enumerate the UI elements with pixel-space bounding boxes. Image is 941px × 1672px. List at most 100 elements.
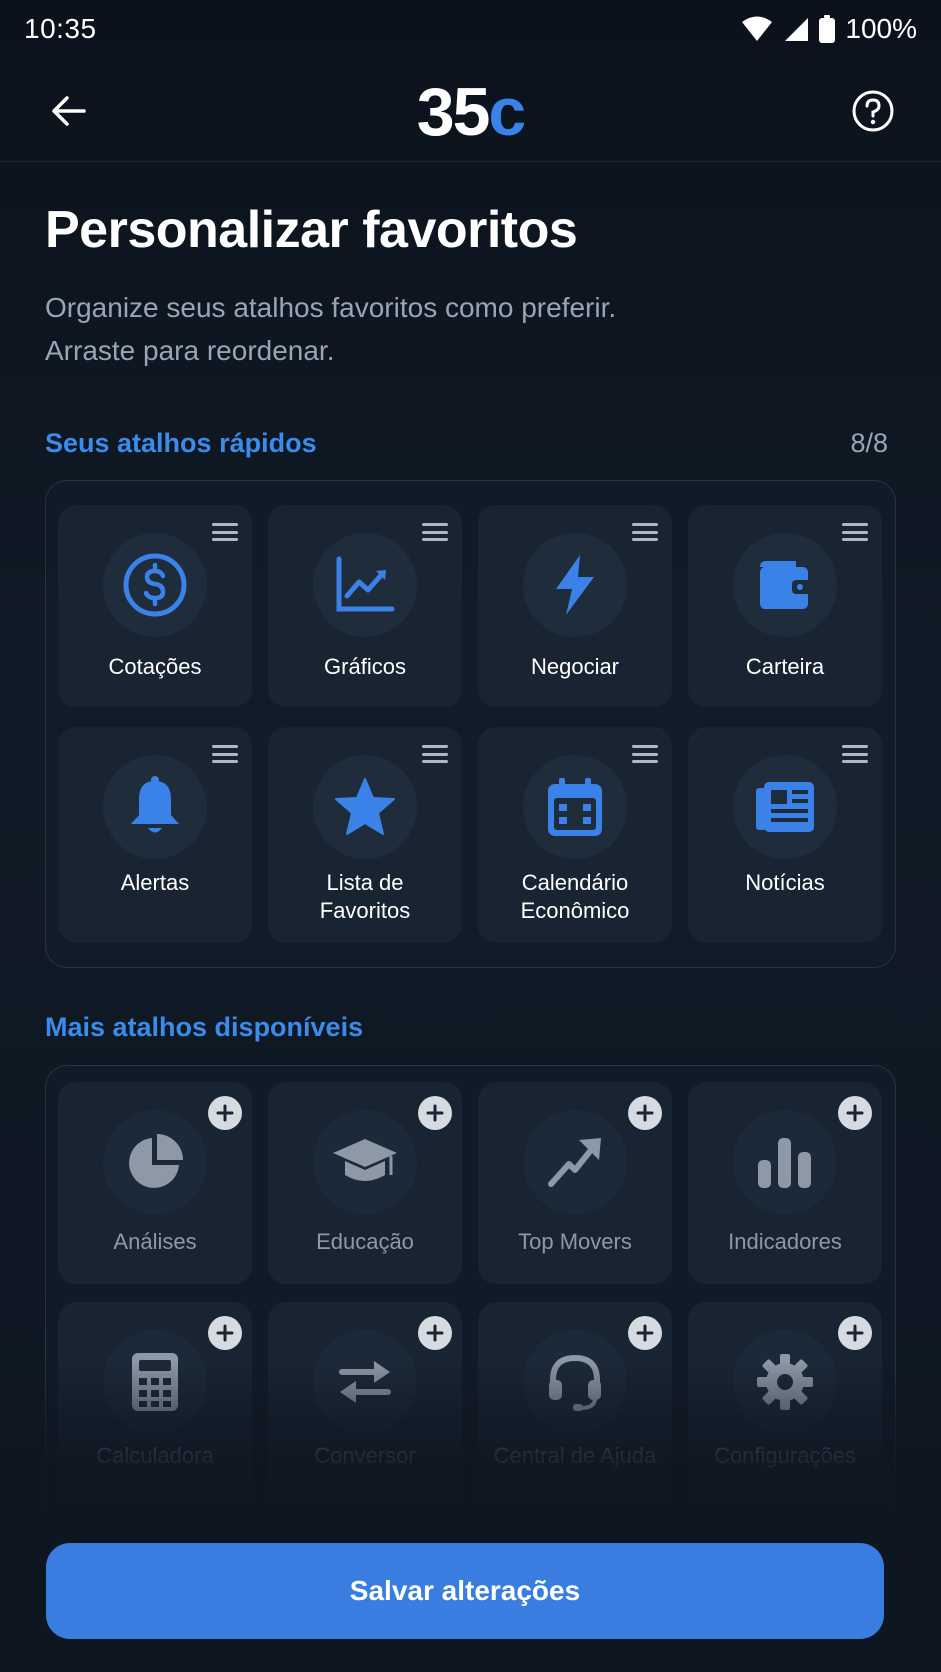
more-tile-label: Top Movers xyxy=(518,1229,632,1254)
subtitle-line-1: Organize seus atalhos favoritos como pre… xyxy=(45,292,617,323)
icon-circle xyxy=(733,1110,837,1214)
icon-circle xyxy=(313,1330,417,1434)
quick-tile-label-line1: Calendário xyxy=(521,870,629,895)
quick-tile-label-line2: Econômico xyxy=(520,898,630,923)
battery-icon xyxy=(819,15,836,43)
more-section-label: Mais atalhos disponíveis xyxy=(45,1012,364,1042)
calendar-icon xyxy=(548,778,602,836)
quick-tile-label: Cotações xyxy=(108,654,202,679)
more-tile-conversor[interactable]: Conversor xyxy=(268,1302,462,1512)
icon-circle xyxy=(733,1330,837,1434)
more-shortcuts-panel: Análises Educação Top Movers Indicadores… xyxy=(45,1065,896,1535)
quick-tile-graficos[interactable]: Gráficos xyxy=(268,505,462,707)
more-tile-analises[interactable]: Análises xyxy=(58,1082,252,1284)
add-button[interactable] xyxy=(628,1316,662,1350)
drag-handle-icon[interactable] xyxy=(422,743,448,765)
quick-count: 8/8 xyxy=(850,428,888,458)
quick-tile-calendario-economico[interactable]: Calendário Econômico xyxy=(478,727,672,943)
save-changes-button[interactable]: Salvar alterações xyxy=(46,1543,884,1639)
signal-icon xyxy=(785,18,809,41)
bar-chart-icon xyxy=(758,1138,811,1188)
drag-handle-icon[interactable] xyxy=(632,743,658,765)
icon-circle xyxy=(523,755,627,859)
add-button[interactable] xyxy=(628,1096,662,1130)
logo-letter: c xyxy=(488,74,526,150)
icon-circle xyxy=(313,533,417,637)
quick-tile-negociar[interactable]: Negociar xyxy=(478,505,672,707)
quick-tile-lista-de-favoritos[interactable]: Lista de Favoritos xyxy=(268,727,462,943)
more-tile-calculadora[interactable]: Calculadora xyxy=(58,1302,252,1512)
add-button[interactable] xyxy=(208,1096,242,1130)
page-subtitle: Organize seus atalhos favoritos como pre… xyxy=(45,286,805,372)
wallet-icon xyxy=(760,561,812,609)
add-button[interactable] xyxy=(208,1316,242,1350)
help-circle-icon xyxy=(852,90,894,132)
drag-handle-icon[interactable] xyxy=(842,521,868,543)
quick-shortcuts-panel: Cotações Gráficos Negociar Carteira Aler… xyxy=(45,480,896,968)
plus-icon xyxy=(636,1104,654,1122)
app-logo: 35c xyxy=(0,72,941,152)
more-tile-educacao[interactable]: Educação xyxy=(268,1082,462,1284)
more-tile-central-de-ajuda[interactable]: Central de Ajuda xyxy=(478,1302,672,1512)
add-button[interactable] xyxy=(418,1316,452,1350)
drag-handle-icon[interactable] xyxy=(842,743,868,765)
plus-icon xyxy=(846,1104,864,1122)
plus-icon xyxy=(426,1104,444,1122)
more-tile-configuracoes[interactable]: Configurações xyxy=(688,1302,882,1512)
quick-tile-label: Carteira xyxy=(745,654,825,679)
icon-circle xyxy=(103,755,207,859)
more-tile-label: Central de Ajuda xyxy=(493,1443,657,1468)
more-tile-label: Educação xyxy=(316,1229,414,1254)
quick-tile-noticias[interactable]: Notícias xyxy=(688,727,882,943)
dollar-icon xyxy=(123,553,187,617)
bell-icon xyxy=(131,776,179,833)
battery-percentage: 100% xyxy=(845,13,917,44)
status-bar: 10:35 100% xyxy=(0,0,941,58)
more-tile-label: Configurações xyxy=(714,1443,856,1468)
drag-handle-icon[interactable] xyxy=(632,521,658,543)
headset-icon xyxy=(549,1354,601,1411)
icon-circle xyxy=(523,533,627,637)
more-tile-top-movers[interactable]: Top Movers xyxy=(478,1082,672,1284)
icon-circle xyxy=(103,1110,207,1214)
icon-circle xyxy=(523,1110,627,1214)
quick-tile-cotacoes[interactable]: Cotações xyxy=(58,505,252,707)
icon-circle xyxy=(313,755,417,859)
star-icon xyxy=(335,778,395,835)
logo-number: 35 xyxy=(416,74,491,150)
quick-tile-label-line1: Lista de xyxy=(326,870,404,895)
more-tile-label: Análises xyxy=(113,1229,197,1254)
quick-tile-label: Alertas xyxy=(120,870,190,895)
icon-circle xyxy=(523,1330,627,1434)
quick-tile-label: Gráficos xyxy=(324,654,406,679)
newspaper-icon xyxy=(756,782,814,832)
pie-chart-icon xyxy=(129,1134,183,1188)
drag-handle-icon[interactable] xyxy=(422,521,448,543)
more-tile-indicadores[interactable]: Indicadores xyxy=(688,1082,882,1284)
status-icons: 100% xyxy=(741,13,917,45)
add-button[interactable] xyxy=(838,1096,872,1130)
wifi-icon xyxy=(742,16,773,41)
plus-icon xyxy=(216,1104,234,1122)
graduation-cap-icon xyxy=(333,1139,397,1181)
subtitle-line-2: Arraste para reordenar. xyxy=(45,335,335,366)
swap-arrows-icon xyxy=(339,1361,391,1403)
icon-circle xyxy=(103,533,207,637)
icon-circle xyxy=(313,1110,417,1214)
calculator-icon xyxy=(132,1353,178,1411)
quick-tile-alertas[interactable]: Alertas xyxy=(58,727,252,943)
quick-tile-carteira[interactable]: Carteira xyxy=(688,505,882,707)
plus-icon xyxy=(846,1324,864,1342)
drag-handle-icon[interactable] xyxy=(212,743,238,765)
app-bar: 35c xyxy=(0,58,941,162)
help-button[interactable] xyxy=(848,86,898,136)
screen: 10:35 100% 35c Personalizar favoritos Or… xyxy=(0,0,941,1672)
quick-tile-label: Notícias xyxy=(745,870,825,895)
more-tile-label: Calculadora xyxy=(96,1443,214,1468)
drag-handle-icon[interactable] xyxy=(212,521,238,543)
add-button[interactable] xyxy=(838,1316,872,1350)
icon-circle xyxy=(733,755,837,859)
add-button[interactable] xyxy=(418,1096,452,1130)
more-tile-label: Indicadores xyxy=(728,1229,842,1254)
icon-circle xyxy=(103,1330,207,1434)
